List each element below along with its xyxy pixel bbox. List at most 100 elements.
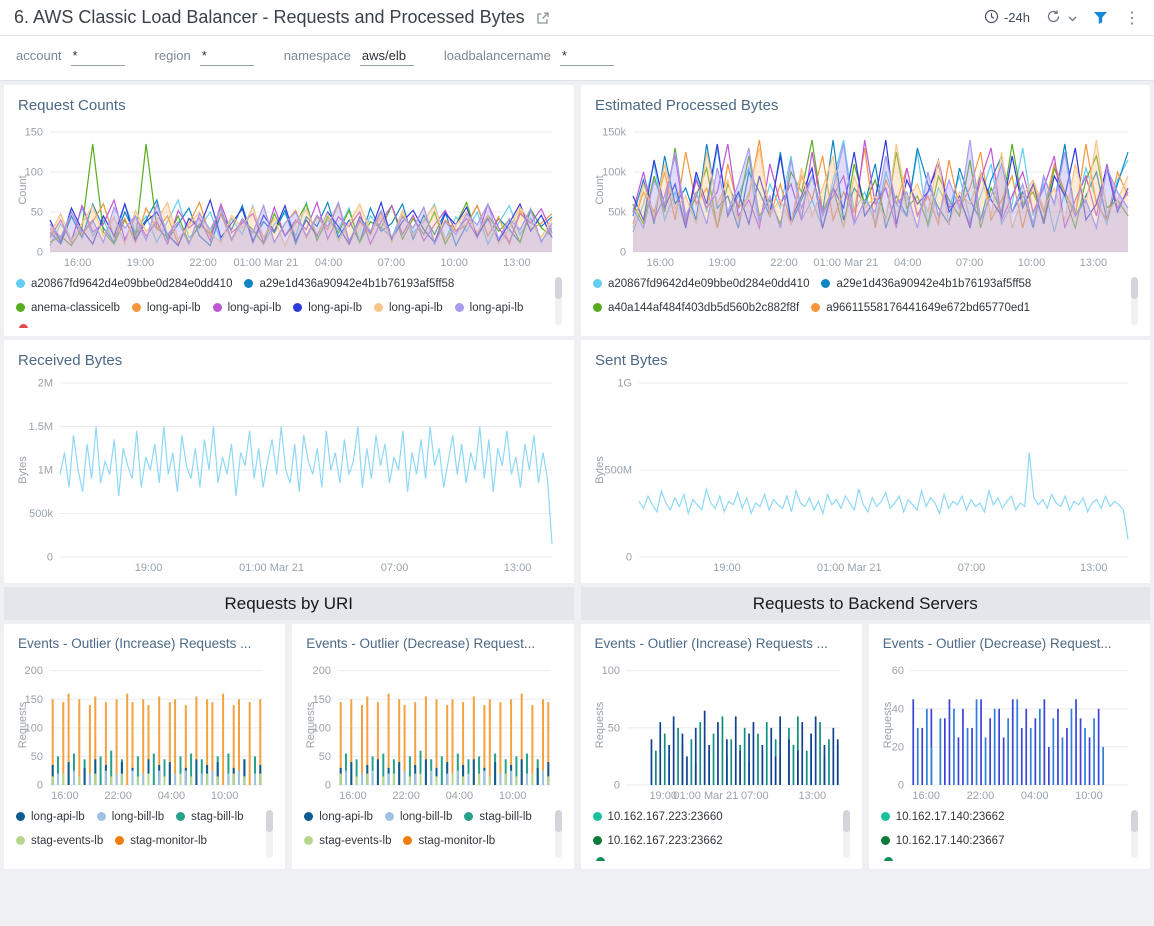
- account-filter-input[interactable]: *: [71, 48, 125, 66]
- legend-item[interactable]: 10.162.17.140:23667: [881, 833, 1005, 848]
- kebab-menu-icon[interactable]: ⋮: [1124, 8, 1140, 28]
- legend-item[interactable]: stag-bill-lb: [464, 809, 531, 824]
- legend-item[interactable]: long-bill-lb: [97, 809, 164, 824]
- outlier-increase-backend-chart[interactable]: 05010019:0001:00 Mar 2107:0013:00Request…: [593, 657, 850, 803]
- panel-row-3: Events - Outlier (Increase) Requests ...…: [0, 620, 1154, 869]
- svg-text:19:00: 19:00: [127, 257, 155, 269]
- header-controls: -24h ⋮: [984, 8, 1140, 28]
- legend-item[interactable]: long-api-lb: [293, 300, 362, 315]
- legend-label: long-bill-lb: [400, 811, 452, 823]
- svg-text:13:00: 13:00: [504, 562, 532, 574]
- panel-estimated-processed-bytes: Estimated Processed Bytes 050k100k150k16…: [581, 85, 1150, 336]
- legend-item[interactable]: a20867fd9642d4e09bbe0d284e0dd410: [593, 276, 809, 291]
- received-bytes-chart[interactable]: 0500k1M1.5M2M19:0001:00 Mar 2107:0013:00…: [16, 375, 562, 575]
- svg-text:13:00: 13:00: [1080, 562, 1108, 574]
- outlier-decrease-backend-chart[interactable]: 020406016:0022:0004:0010:00Requests: [881, 657, 1138, 803]
- chart-svg: 050k100k150k16:0019:0022:0001:00 Mar 210…: [593, 120, 1138, 270]
- legend-item[interactable]: stag-events-lb: [304, 833, 391, 848]
- filter-namespace: namespace aws/elb: [284, 48, 414, 66]
- legend-label: stag-monitor-lb: [130, 835, 207, 847]
- legend-label: long-bill-lb: [112, 811, 164, 823]
- share-icon[interactable]: [535, 10, 551, 26]
- legend-dot: [593, 836, 602, 845]
- refresh-icon: [1046, 9, 1061, 27]
- svg-text:16:00: 16:00: [51, 790, 79, 802]
- svg-text:200: 200: [313, 665, 331, 677]
- legend-item[interactable]: 10.162.167.223:23660: [593, 809, 723, 824]
- svg-text:19:00: 19:00: [135, 562, 163, 574]
- panel-title: Events - Outlier (Increase) Requests ...: [595, 636, 850, 651]
- legend-item[interactable]: stag-monitor-lb: [403, 833, 495, 848]
- legend-item[interactable]: stag-bill-lb: [176, 809, 243, 824]
- svg-text:01:00 Mar 21: 01:00 Mar 21: [813, 257, 878, 269]
- outlier-decrease-uri-chart[interactable]: 05010015020016:0022:0004:0010:00Requests: [304, 657, 561, 803]
- scrollbar-thumb[interactable]: [555, 810, 562, 832]
- legend-label: stag-events-lb: [319, 835, 391, 847]
- legend-scrollbar[interactable]: [843, 810, 850, 858]
- scrollbar-thumb[interactable]: [843, 810, 850, 832]
- legend-dot-partial: [884, 857, 893, 861]
- svg-text:07:00: 07:00: [381, 562, 409, 574]
- legend-item[interactable]: long-api-lb: [455, 300, 524, 315]
- svg-text:04:00: 04:00: [1021, 790, 1049, 802]
- legend: a20867fd9642d4e09bbe0d284e0dd410 a29e1d43…: [593, 276, 1138, 328]
- legend-item[interactable]: a29e1d436a90942e4b1b76193af5ff58: [821, 276, 1031, 291]
- legend-item[interactable]: long-api-lb: [304, 809, 373, 824]
- refresh-control[interactable]: [1046, 9, 1077, 27]
- legend-item[interactable]: a29e1d436a90942e4b1b76193af5ff58: [244, 276, 454, 291]
- legend-item[interactable]: long-api-lb: [213, 300, 282, 315]
- svg-text:01:00 Mar 21: 01:00 Mar 21: [233, 257, 298, 269]
- dashboard-header: 6. AWS Classic Load Balancer - Requests …: [0, 0, 1154, 36]
- outlier-increase-uri-chart[interactable]: 05010015020016:0022:0004:0010:00Requests: [16, 657, 273, 803]
- sent-bytes-chart[interactable]: 0500M1G19:0001:00 Mar 2107:0013:00Bytes: [593, 375, 1138, 575]
- legend-item[interactable]: long-api-lb: [16, 809, 85, 824]
- scrollbar-thumb[interactable]: [1131, 277, 1138, 299]
- legend-item[interactable]: stag-monitor-lb: [115, 833, 207, 848]
- namespace-filter-input[interactable]: aws/elb: [360, 48, 414, 66]
- legend-dot: [593, 303, 602, 312]
- legend-item[interactable]: stag-events-lb: [16, 833, 103, 848]
- legend-label: 10.162.167.223:23660: [608, 811, 723, 823]
- legend-item[interactable]: long-api-lb: [132, 300, 201, 315]
- legend-label: long-api-lb: [31, 811, 85, 823]
- legend-item[interactable]: a20867fd9642d4e09bbe0d284e0dd410: [16, 276, 232, 291]
- legend-scrollbar[interactable]: [266, 810, 273, 858]
- panel-received-bytes: Received Bytes 0500k1M1.5M2M19:0001:00 M…: [4, 340, 574, 583]
- legend-scrollbar[interactable]: [1131, 810, 1138, 858]
- legend: 10.162.17.140:23662 10.162.17.140:23667: [881, 809, 1138, 861]
- legend-item[interactable]: 10.162.17.140:23662: [881, 809, 1005, 824]
- legend-scrollbar[interactable]: [1131, 277, 1138, 325]
- scrollbar-thumb[interactable]: [1131, 810, 1138, 832]
- time-range-control[interactable]: -24h: [984, 9, 1030, 27]
- legend-item[interactable]: 10.162.167.223:23662: [593, 833, 723, 848]
- region-filter-input[interactable]: *: [200, 48, 254, 66]
- legend-item[interactable]: long-api-lb: [374, 300, 443, 315]
- svg-text:500k: 500k: [29, 508, 53, 520]
- svg-text:0: 0: [613, 780, 619, 792]
- estimated-processed-bytes-chart[interactable]: 050k100k150k16:0019:0022:0001:00 Mar 210…: [593, 120, 1138, 270]
- legend-dot: [244, 279, 253, 288]
- svg-text:04:00: 04:00: [894, 257, 922, 269]
- legend-label: a29e1d436a90942e4b1b76193af5ff58: [836, 278, 1031, 290]
- legend-label: anema-classicelb: [31, 302, 120, 314]
- legend-dot: [811, 303, 820, 312]
- loadbalancername-filter-input[interactable]: *: [560, 48, 614, 66]
- request-counts-chart[interactable]: 05010015016:0019:0022:0001:00 Mar 2104:0…: [16, 120, 562, 270]
- legend-dot: [16, 836, 25, 845]
- panel-title: Events - Outlier (Decrease) Request...: [883, 636, 1138, 651]
- legend-item[interactable]: a40a144af484f403db5d560b2c882f8f: [593, 300, 799, 315]
- scrollbar-thumb[interactable]: [266, 810, 273, 832]
- scrollbar-thumb[interactable]: [555, 277, 562, 299]
- legend-item[interactable]: long-bill-lb: [385, 809, 452, 824]
- legend-item[interactable]: a96611558176441649e672bd65770ed1: [811, 300, 1030, 315]
- filter-icon[interactable]: [1093, 11, 1108, 25]
- svg-text:10:00: 10:00: [499, 790, 527, 802]
- svg-text:22:00: 22:00: [104, 790, 132, 802]
- svg-text:0: 0: [37, 247, 43, 259]
- legend-item[interactable]: anema-classicelb: [16, 300, 120, 315]
- filter-label: region: [155, 48, 191, 63]
- legend-scrollbar[interactable]: [555, 810, 562, 858]
- panel-title: Sent Bytes: [595, 352, 1138, 369]
- svg-text:50: 50: [319, 751, 331, 763]
- legend-scrollbar[interactable]: [555, 277, 562, 325]
